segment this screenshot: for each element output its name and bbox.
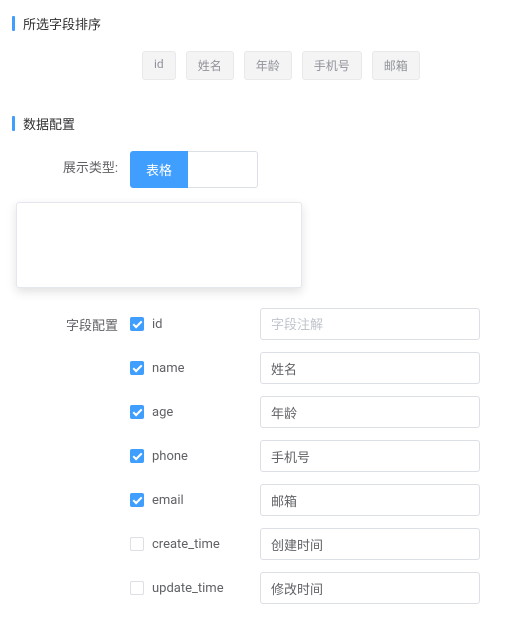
checkbox-label: name (152, 361, 185, 376)
field-checkbox-phone[interactable]: phone (130, 449, 260, 464)
checkbox-icon (130, 405, 144, 419)
field-checkbox-update-time[interactable]: update_time (130, 581, 260, 596)
title-accent-bar (12, 116, 15, 131)
field-checkbox-id[interactable]: id (130, 317, 260, 332)
field-row: phone (12, 440, 496, 472)
section-title-sort: 所选字段排序 (12, 14, 496, 33)
checkbox-label: phone (152, 449, 188, 464)
display-type-radio-group: 表格 (130, 151, 258, 188)
display-type-option-other[interactable] (188, 151, 258, 188)
checkbox-label: age (152, 405, 173, 420)
field-annotation-input[interactable] (260, 308, 480, 340)
checkbox-label: id (152, 317, 163, 332)
field-annotation-input[interactable] (260, 528, 480, 560)
checkbox-icon (130, 581, 144, 595)
checkbox-icon (130, 361, 144, 375)
title-accent-bar (12, 16, 15, 31)
checkbox-label: email (152, 493, 184, 508)
sort-tag[interactable]: id (142, 51, 176, 80)
field-row: age (12, 396, 496, 428)
checkbox-icon (130, 449, 144, 463)
sort-tag[interactable]: 年龄 (244, 51, 292, 80)
field-row: update_time (12, 572, 496, 604)
sort-tag[interactable]: 邮箱 (372, 51, 420, 80)
sort-tags-row: id 姓名 年龄 手机号 邮箱 (142, 51, 496, 80)
checkbox-icon (130, 537, 144, 551)
checkbox-icon (130, 493, 144, 507)
field-annotation-input[interactable] (260, 352, 480, 384)
display-type-row: 展示类型: 表格 (12, 151, 496, 188)
field-annotation-input[interactable] (260, 572, 480, 604)
sort-tag[interactable]: 手机号 (302, 51, 362, 80)
field-annotation-input[interactable] (260, 440, 480, 472)
display-type-label: 展示类型: (12, 151, 130, 176)
field-checkbox-email[interactable]: email (130, 493, 260, 508)
field-checkbox-create-time[interactable]: create_time (130, 537, 260, 552)
field-row: email (12, 484, 496, 516)
field-annotation-input[interactable] (260, 396, 480, 428)
checkbox-icon (130, 317, 144, 331)
display-type-option-table[interactable]: 表格 (130, 151, 188, 188)
checkbox-label: update_time (152, 581, 224, 596)
field-checkbox-age[interactable]: age (130, 405, 260, 420)
sort-tag[interactable]: 姓名 (186, 51, 234, 80)
field-row: name (12, 352, 496, 384)
field-checkbox-name[interactable]: name (130, 361, 260, 376)
dropdown-panel[interactable] (16, 202, 302, 288)
section-title-sort-text: 所选字段排序 (23, 14, 101, 33)
checkbox-label: create_time (152, 537, 220, 552)
section-title-data-config-text: 数据配置 (23, 114, 75, 133)
field-config-label: 字段配置 (12, 315, 130, 334)
field-config-rows: 字段配置 id name age phone (12, 308, 496, 604)
field-annotation-input[interactable] (260, 484, 480, 516)
section-title-data-config: 数据配置 (12, 114, 496, 133)
field-row: 字段配置 id (12, 308, 496, 340)
field-row: create_time (12, 528, 496, 560)
